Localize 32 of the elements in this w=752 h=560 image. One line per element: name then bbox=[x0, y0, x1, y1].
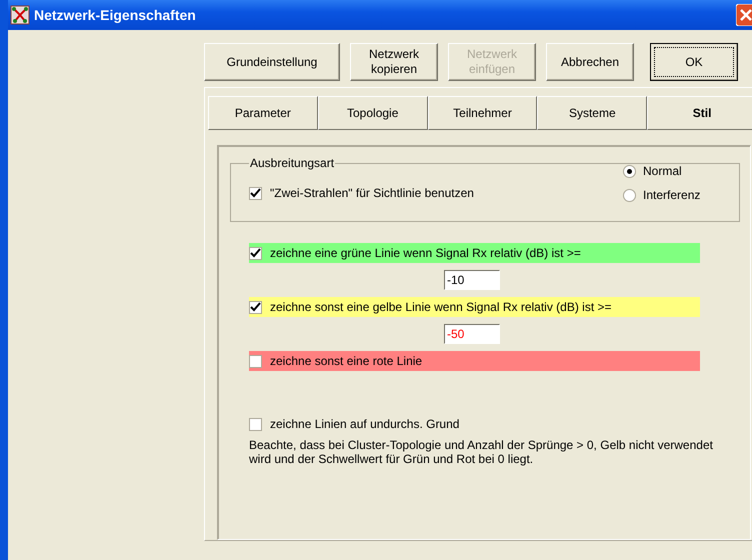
radio-button[interactable] bbox=[623, 188, 636, 202]
dialog-button[interactable]: OK bbox=[650, 43, 738, 81]
dialog-button[interactable]: Grundeinstellung bbox=[204, 43, 340, 81]
checkbox-box[interactable] bbox=[249, 246, 262, 260]
threshold-field[interactable]: -50 bbox=[444, 324, 500, 344]
checkbox-box[interactable] bbox=[249, 300, 262, 314]
network-icon bbox=[10, 5, 30, 25]
tab[interactable]: Topologie bbox=[318, 96, 428, 130]
checkbox-label: zeichne sonst eine gelbe Linie wenn Signal Rx relativ (dB) ist >= bbox=[270, 300, 612, 314]
checkbox-box[interactable] bbox=[249, 354, 262, 368]
close-icon[interactable] bbox=[736, 4, 752, 26]
dialog-button[interactable]: Abbrechen bbox=[546, 43, 634, 81]
threshold-field[interactable]: -10 bbox=[444, 270, 500, 290]
note-text: Beachte, dass bei Cluster-Topologie und Anzahl der Sprünge > 0, Gelb nicht verwendet wird und der Schwellwert für Grün und Rot bei 0 liegt. bbox=[249, 438, 714, 466]
checkbox[interactable]: zeichne Linien auf undurchs. Grund bbox=[249, 417, 740, 431]
checkbox-box[interactable] bbox=[249, 186, 262, 200]
tab[interactable]: Stil bbox=[647, 96, 752, 130]
group-title: Ausbreitungsart bbox=[249, 156, 336, 170]
checkbox-box[interactable] bbox=[249, 418, 262, 430]
dialog-button[interactable]: Netzwerk kopieren bbox=[350, 43, 438, 81]
radio-label: Normal bbox=[643, 164, 682, 178]
window-title: Netzwerk-Eigenschaften bbox=[34, 7, 197, 23]
tab[interactable]: Teilnehmer bbox=[428, 96, 538, 130]
checkbox-label: zeichne eine grüne Linie wenn Signal Rx relativ (dB) ist >= bbox=[270, 246, 581, 260]
radio-button[interactable] bbox=[623, 164, 636, 178]
radio-option[interactable]: Normal bbox=[623, 164, 731, 178]
checkbox-label: zeichne sonst eine rote Linie bbox=[270, 354, 422, 368]
radio-option[interactable]: Interferenz bbox=[623, 188, 731, 202]
tab[interactable]: Parameter bbox=[208, 96, 318, 130]
checkbox-label: zeichne Linien auf undurchs. Grund bbox=[270, 417, 460, 431]
radio-label: Interferenz bbox=[643, 188, 700, 202]
tab[interactable]: Systeme bbox=[537, 96, 648, 130]
